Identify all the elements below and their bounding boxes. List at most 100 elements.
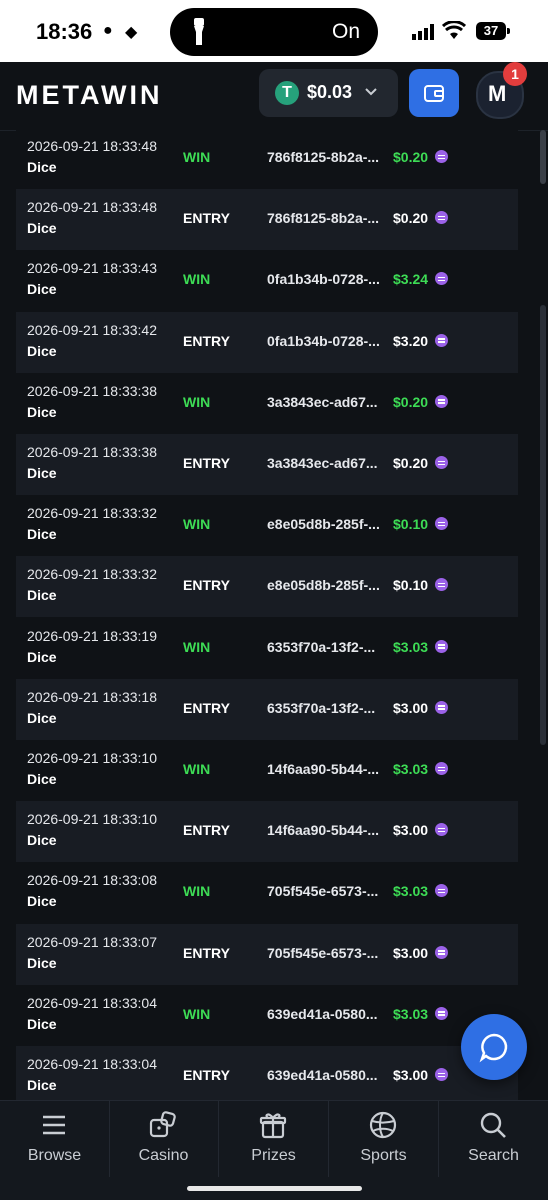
currency-coin-icon (435, 700, 448, 714)
nav-browse[interactable]: Browse (0, 1101, 110, 1177)
row-type: ENTRY (183, 577, 230, 594)
row-transaction-id[interactable]: e8e05d8b-285f-... (267, 516, 393, 532)
row-transaction-id[interactable]: 639ed41a-0580... (267, 1006, 393, 1022)
table-row[interactable]: 2026-09-21 18:33:32 Dice ENTRY e8e05d8b-285… (16, 556, 518, 618)
row-transaction-id[interactable]: 639ed41a-0580... (267, 1067, 393, 1083)
table-row[interactable]: 2026-09-21 18:33:04 Dice ENTRY 639ed41a-058… (16, 1046, 518, 1100)
row-transaction-id[interactable]: 705f545e-6573-... (267, 883, 393, 899)
row-type: ENTRY (183, 1067, 230, 1083)
row-datetime: 2026-09-21 18:33:04 (27, 1056, 157, 1072)
row-transaction-id[interactable]: e8e05d8b-285f-... (267, 577, 393, 593)
balance-selector[interactable]: T $0.03 (259, 69, 398, 117)
row-type: WIN (183, 271, 211, 288)
nav-search[interactable]: Search (439, 1101, 548, 1177)
table-row[interactable]: 2026-09-21 18:33:48 Dice ENTRY 786f8125-8b2… (16, 189, 518, 251)
row-transaction-id[interactable]: 14f6aa90-5b44-... (267, 822, 393, 838)
table-row[interactable]: 2026-09-21 18:33:07 Dice ENTRY 705f545e-657… (16, 923, 518, 985)
currency-coin-icon (435, 150, 448, 163)
row-game: Dice (27, 403, 57, 420)
row-datetime: 2026-09-21 18:33:18 (27, 688, 157, 705)
row-game: Dice (27, 709, 57, 726)
row-amount: $3.03 (393, 1005, 429, 1022)
row-amount: $3.03 (393, 883, 429, 900)
nav-label: Search (468, 1147, 519, 1164)
row-datetime: 2026-09-21 18:33:38 (27, 382, 157, 399)
chat-button[interactable] (461, 1014, 527, 1080)
scrollbar[interactable] (540, 130, 546, 1100)
row-game: Dice (27, 587, 57, 604)
row-game: Dice (27, 526, 57, 543)
row-type: ENTRY (183, 699, 230, 716)
status-bar: 18:36 ● ◆ On 37 (0, 0, 548, 62)
dice-icon (149, 1111, 176, 1138)
currency-coin-icon (435, 762, 448, 775)
nav-label: Prizes (251, 1147, 296, 1164)
row-transaction-id[interactable]: 786f8125-8b2a-... (267, 210, 393, 226)
nav-prizes[interactable]: Prizes (219, 1101, 329, 1177)
chevron-down-icon (365, 88, 377, 96)
currency-coin-icon (435, 1006, 448, 1020)
table-row[interactable]: 2026-09-21 18:33:04 Dice WIN 639ed41a-0580.… (16, 984, 518, 1046)
status-time: 18:36 (36, 19, 93, 44)
row-game: Dice (27, 771, 57, 787)
table-row[interactable]: 2026-09-21 18:33:42 Dice ENTRY 0fa1b34b-072… (16, 311, 518, 373)
table-row[interactable]: 2026-09-21 18:33:43 Dice WIN 0fa1b34b-0728-… (16, 250, 518, 312)
currency-coin-icon (435, 333, 448, 347)
row-transaction-id[interactable]: 14f6aa90-5b44-... (267, 761, 393, 777)
table-row[interactable]: 2026-09-21 18:33:18 Dice ENTRY 6353f70a-13f… (16, 678, 518, 740)
table-row[interactable]: 2026-09-21 18:33:19 Dice WIN 6353f70a-13f2-… (16, 617, 518, 679)
row-type: WIN (183, 638, 211, 655)
currency-coin-icon (435, 945, 448, 959)
home-indicator[interactable] (187, 1186, 362, 1191)
flashlight-status: On (331, 20, 360, 43)
row-game: Dice (27, 159, 57, 175)
row-game: Dice (27, 648, 57, 665)
table-row[interactable]: 2026-09-21 18:33:10 Dice WIN 14f6aa90-5b44-… (16, 740, 518, 801)
row-amount: $3.24 (393, 271, 429, 288)
row-type: WIN (183, 393, 211, 410)
notification-badge: 1 (503, 62, 527, 86)
row-transaction-id[interactable]: 705f545e-6573-... (267, 945, 393, 961)
menu-icon (43, 1115, 65, 1135)
row-transaction-id[interactable]: 6353f70a-13f2-... (267, 639, 393, 655)
pin-icon: ● (103, 22, 113, 39)
row-transaction-id[interactable]: 0fa1b34b-0728-... (267, 271, 393, 287)
row-datetime: 2026-09-21 18:33:10 (27, 750, 157, 766)
row-transaction-id[interactable]: 786f8125-8b2a-... (267, 149, 393, 165)
currency-coin-icon (435, 211, 448, 225)
table-row[interactable]: 2026-09-21 18:33:10 Dice ENTRY 14f6aa90-5b4… (16, 801, 518, 863)
table-row[interactable]: 2026-09-21 18:33:38 Dice ENTRY 3a3843ec-ad6… (16, 434, 518, 495)
row-transaction-id[interactable]: 0fa1b34b-0728-... (267, 333, 393, 349)
nav-sports[interactable]: Sports (329, 1101, 439, 1177)
row-type: ENTRY (183, 822, 230, 839)
metawin-logo[interactable]: METAWIN (16, 80, 162, 111)
table-row[interactable]: 2026-09-21 18:33:48 Dice WIN 786f8125-8b2a-… (16, 130, 518, 189)
table-row[interactable]: 2026-09-21 18:33:32 Dice WIN e8e05d8b-285f-… (16, 495, 518, 557)
row-amount: $3.20 (393, 332, 429, 349)
currency-coin-icon (435, 456, 448, 469)
wallet-button[interactable] (409, 69, 459, 117)
currency-coin-icon (435, 1068, 448, 1081)
row-amount: $0.20 (393, 149, 429, 165)
row-game: Dice (27, 465, 57, 481)
scroll-thumb-top (540, 130, 546, 184)
dynamic-island: On (170, 8, 378, 56)
row-type: ENTRY (183, 455, 230, 471)
row-datetime: 2026-09-21 18:33:48 (27, 199, 157, 216)
nav-label: Sports (360, 1147, 407, 1164)
row-amount: $3.03 (393, 761, 429, 777)
table-row[interactable]: 2026-09-21 18:33:08 Dice WIN 705f545e-6573-… (16, 862, 518, 924)
row-game: Dice (27, 954, 57, 971)
row-transaction-id[interactable]: 3a3843ec-ad67... (267, 394, 393, 410)
row-type: WIN (183, 516, 211, 533)
table-row[interactable]: 2026-09-21 18:33:38 Dice WIN 3a3843ec-ad67.… (16, 372, 518, 434)
scroll-thumb[interactable] (540, 305, 546, 745)
row-transaction-id[interactable]: 3a3843ec-ad67... (267, 455, 393, 471)
nav-casino[interactable]: Casino (109, 1101, 219, 1177)
row-transaction-id[interactable]: 6353f70a-13f2-... (267, 700, 393, 716)
currency-coin-icon (435, 884, 448, 898)
chat-bubble-icon (479, 1033, 508, 1063)
row-amount: $3.00 (393, 822, 429, 839)
game-controller-icon: ◆ (125, 24, 138, 41)
search-icon (480, 1112, 506, 1138)
